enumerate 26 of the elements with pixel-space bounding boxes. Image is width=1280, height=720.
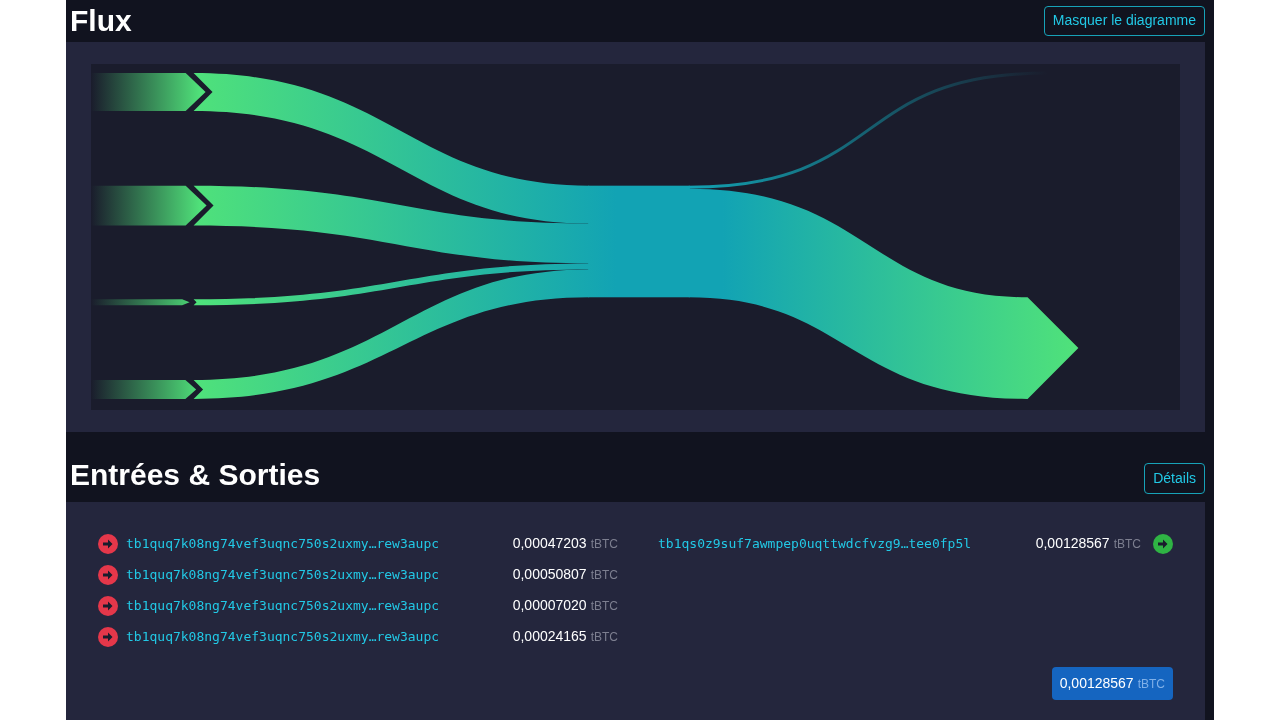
unit-text: tBTC <box>590 597 618 615</box>
address-link[interactable]: tb1quq7k08ng74vef3uqnc750s2uxmy…rew3aupc <box>126 564 513 585</box>
unit-text: tBTC <box>590 566 618 584</box>
arrow-circle-icon <box>98 533 118 554</box>
amount-text: 0,00128567 <box>1035 534 1110 553</box>
address-link[interactable]: tb1quq7k08ng74vef3uqnc750s2uxmy…rew3aupc <box>126 533 513 554</box>
amount-text: 0,00007020 <box>512 596 587 615</box>
unit-text: tBTC <box>1113 535 1141 553</box>
amount-text: 0,00050807 <box>512 565 587 584</box>
arrow-circle-icon <box>98 595 118 616</box>
amount-text: 0,00024165 <box>512 627 587 646</box>
arrow-circle-icon <box>1153 533 1173 554</box>
arrow-circle-icon <box>98 564 118 585</box>
total-amount: 0,00128567 <box>1059 674 1134 693</box>
unit-text: tBTC <box>590 535 618 553</box>
unit-text: tBTC <box>590 628 618 646</box>
section-title: Flux <box>70 6 132 36</box>
address-link[interactable]: tb1quq7k08ng74vef3uqnc750s2uxmy…rew3aupc <box>126 595 513 616</box>
details-button[interactable]: Détails <box>1144 462 1205 494</box>
amount-text: 0,00047203 <box>512 534 587 553</box>
hide-diagram-button[interactable]: Masquer le diagramme <box>1043 6 1205 36</box>
unit-text: tBTC <box>1137 676 1165 693</box>
arrow-circle-icon <box>98 626 118 647</box>
section-title: Entrées & Sorties <box>70 460 321 490</box>
address-link[interactable]: tb1quq7k08ng74vef3uqnc750s2uxmy…rew3aupc <box>126 626 513 647</box>
address-link[interactable]: tb1qs0z9suf7awmpep0uqttwdcfvzg9…tee0fp5l <box>658 533 972 554</box>
